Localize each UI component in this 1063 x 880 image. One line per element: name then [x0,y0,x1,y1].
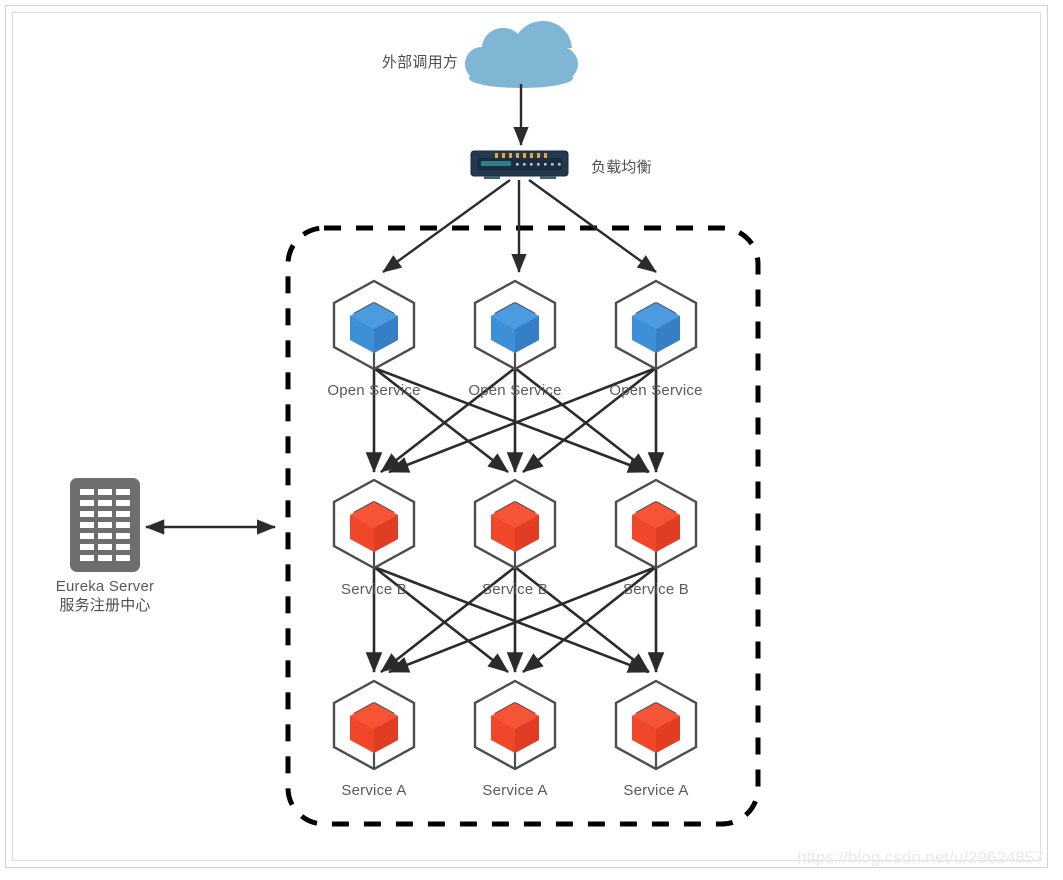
service-b-label-1: Service B [341,581,407,598]
service-b-label-3: Service B [623,581,689,598]
service-b-label-2: Service B [482,581,548,598]
service-a-label-1: Service A [341,782,407,799]
node-open-service-1[interactable] [332,279,416,371]
open-service-label-2: Open Service [468,382,562,399]
node-service-a-3[interactable] [614,679,698,771]
network-switch-icon [470,150,569,179]
node-open-service-3[interactable] [614,279,698,371]
open-service-label-1: Open Service [327,382,421,399]
service-a-label-3: Service A [623,782,689,799]
server-building-icon[interactable] [70,478,140,572]
eureka-server-label-line2: 服务注册中心 [59,596,151,614]
cloud-icon [465,21,578,88]
node-open-service-2[interactable] [473,279,557,371]
architecture-diagram-canvas [70,21,761,827]
eureka-server-label-line1: Eureka Server [55,578,155,595]
external-caller-label: 外部调用方 [381,53,458,71]
node-service-a-1[interactable] [332,679,416,771]
node-service-b-3[interactable] [614,478,698,570]
service-a-label-2: Service A [482,782,548,799]
node-service-b-1[interactable] [332,478,416,570]
node-service-b-2[interactable] [473,478,557,570]
open-service-label-3: Open Service [609,382,703,399]
node-service-a-2[interactable] [473,679,557,771]
load-balancer-label: 负载均衡 [591,158,652,176]
